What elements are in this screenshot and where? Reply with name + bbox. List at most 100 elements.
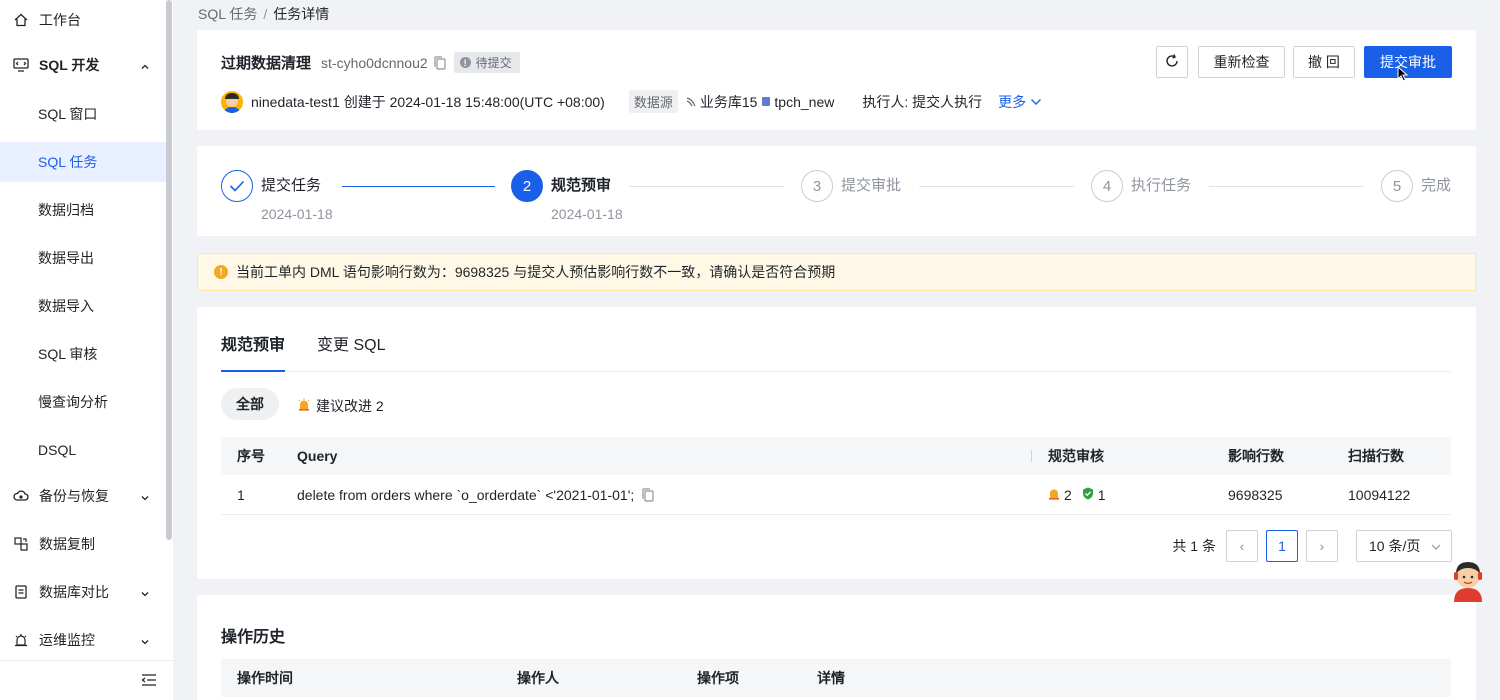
step-number: 3	[801, 170, 833, 202]
customer-service-icon[interactable]	[1450, 558, 1486, 602]
sidebar-item-data-export[interactable]: 数据导出	[0, 238, 166, 278]
col-audit: 规范审核	[1048, 448, 1104, 464]
sidebar-item-data-archive[interactable]: 数据归档	[0, 190, 166, 230]
review-table-header: 序号 Query 规范审核 影响行数 扫描行数	[221, 437, 1451, 475]
filter-suggest-button[interactable]: 建议改进 2	[298, 396, 384, 416]
page-number-button[interactable]: 1	[1266, 530, 1298, 562]
sidebar-item-workbench[interactable]: 工作台	[0, 0, 166, 40]
datasource: 业务库15	[686, 92, 758, 112]
collapse-menu-icon[interactable]	[141, 673, 157, 690]
task-id: st-cyho0dcnnou2	[321, 54, 428, 71]
step-submit-approval: 3 提交审批	[801, 170, 901, 202]
step-submit-task: 提交任务 2024-01-18	[221, 170, 333, 222]
sidebar-item-data-import[interactable]: 数据导入	[0, 286, 166, 326]
step-date: 2024-01-18	[551, 206, 623, 222]
tab-active-indicator	[221, 370, 285, 372]
step-execute-task: 4 执行任务	[1091, 170, 1191, 202]
chevron-down-icon	[140, 586, 150, 602]
copy-icon[interactable]	[642, 487, 654, 502]
database: tpch_new	[761, 94, 834, 110]
sidebar-item-slow-query[interactable]: 慢查询分析	[0, 382, 166, 422]
row-audit[interactable]: 2 1	[1048, 475, 1106, 514]
sidebar-footer	[0, 660, 173, 700]
task-title-row: 过期数据清理 st-cyho0dcnnou2 ! 待提交	[221, 52, 520, 73]
tab-change-sql[interactable]: 变更 SQL	[317, 331, 385, 355]
table-row[interactable]: 1 delete from orders where `o_orderdate`…	[221, 475, 1451, 515]
step-date: 2024-01-18	[261, 206, 333, 222]
replicate-icon	[13, 536, 29, 552]
warn-count: 2	[1064, 486, 1072, 503]
warning-alert: ! 当前工单内 DML 语句影响行数为：9698325 与提交人预估影响行数不一…	[197, 253, 1476, 291]
review-tabs: 规范预审 变更 SQL	[221, 307, 1451, 372]
refresh-button[interactable]	[1156, 46, 1188, 78]
sidebar-item-sql-dev[interactable]: SQL 开发	[0, 45, 166, 85]
sidebar-item-dsql[interactable]: DSQL	[0, 430, 166, 470]
col-index: 序号	[237, 448, 265, 464]
more-toggle[interactable]: 更多	[998, 92, 1042, 112]
datasource-name: 业务库15	[699, 93, 758, 110]
step-label: 执行任务	[1131, 177, 1192, 194]
review-card: 规范预审 变更 SQL 全部 建议改进 2 序号 Query 规范审核 影响行数…	[197, 307, 1476, 579]
sidebar-item-label: 数据导入	[38, 298, 94, 314]
sidebar-item-sql-audit[interactable]: SQL 审核	[0, 334, 166, 374]
check-icon	[221, 170, 253, 202]
col-operator: 操作人	[517, 670, 559, 686]
page-size-select[interactable]: 10 条/页	[1356, 530, 1452, 562]
sidebar-item-label: 数据归档	[38, 202, 94, 218]
pagination-total: 共 1 条	[1172, 538, 1216, 554]
shield-check-icon	[1082, 487, 1094, 503]
cloud-backup-icon	[13, 488, 29, 504]
chevron-down-icon	[1030, 94, 1042, 110]
step-number: 5	[1381, 170, 1413, 202]
next-page-button[interactable]: ›	[1306, 530, 1338, 562]
sidebar-item-label: 数据复制	[39, 536, 95, 552]
sidebar-item-label: 数据导出	[38, 250, 94, 266]
tab-pre-review[interactable]: 规范预审	[221, 331, 285, 355]
row-affected: 9698325	[1228, 486, 1283, 503]
alarm-icon	[13, 632, 29, 648]
column-divider	[1031, 450, 1032, 462]
breadcrumb-current: 任务详情	[273, 6, 330, 22]
sidebar-scrollbar[interactable]	[166, 0, 172, 540]
sidebar-item-label: SQL 窗口	[38, 106, 98, 122]
sidebar-item-ops-monitor[interactable]: 运维监控	[0, 620, 166, 660]
sidebar-item-label: 运维监控	[39, 632, 95, 648]
breadcrumb-parent[interactable]: SQL 任务	[198, 6, 257, 22]
sidebar-item-sql-task[interactable]: SQL 任务	[0, 142, 169, 182]
sidebar-item-db-compare[interactable]: 数据库对比	[0, 572, 166, 612]
step-connector	[1209, 186, 1364, 187]
row-query: delete from orders where `o_orderdate` <…	[297, 475, 654, 514]
sidebar-item-label: 备份与恢复	[39, 488, 109, 504]
row-index: 1	[237, 486, 245, 503]
sidebar-item-label: DSQL	[38, 442, 77, 458]
withdraw-button[interactable]: 撤 回	[1293, 46, 1355, 78]
sidebar-item-sql-window[interactable]: SQL 窗口	[0, 94, 166, 134]
more-label: 更多	[998, 93, 1027, 110]
monitor-code-icon	[13, 57, 29, 73]
col-query: Query	[297, 448, 338, 464]
prev-page-button[interactable]: ‹	[1226, 530, 1258, 562]
step-number: 4	[1091, 170, 1123, 202]
copy-icon[interactable]	[434, 55, 446, 70]
sidebar: 工作台 SQL 开发 SQL 窗口 SQL 任务 数据归档 数据导出 数据导入 …	[0, 0, 173, 700]
filter-suggest-label: 建议改进 2	[316, 398, 384, 414]
step-connector	[919, 186, 1074, 187]
task-meta-row: ninedata-test1 创建于 2024-01-18 15:48:00(U…	[221, 90, 1042, 113]
sidebar-item-replication[interactable]: 数据复制	[0, 524, 166, 564]
step-number: 2	[511, 170, 543, 202]
sidebar-item-label: 工作台	[39, 12, 81, 28]
progress-steps: 提交任务 2024-01-18 2 规范预审 2024-01-18 3 提交审批…	[197, 146, 1476, 236]
step-label: 提交审批	[841, 177, 902, 194]
sidebar-item-backup[interactable]: 备份与恢复	[0, 476, 166, 516]
database-name: tpch_new	[774, 93, 835, 110]
chevron-down-icon	[140, 634, 150, 650]
filter-all-button[interactable]: 全部	[221, 388, 279, 420]
datasource-label: 数据源	[628, 90, 678, 113]
status-badge: ! 待提交	[453, 52, 520, 73]
creator-name: ninedata-test1	[251, 93, 340, 110]
col-op-item: 操作项	[697, 670, 739, 686]
col-scanned: 扫描行数	[1348, 448, 1404, 464]
step-label: 完成	[1421, 177, 1452, 194]
recheck-button[interactable]: 重新检查	[1198, 46, 1285, 78]
compare-icon	[13, 584, 29, 600]
